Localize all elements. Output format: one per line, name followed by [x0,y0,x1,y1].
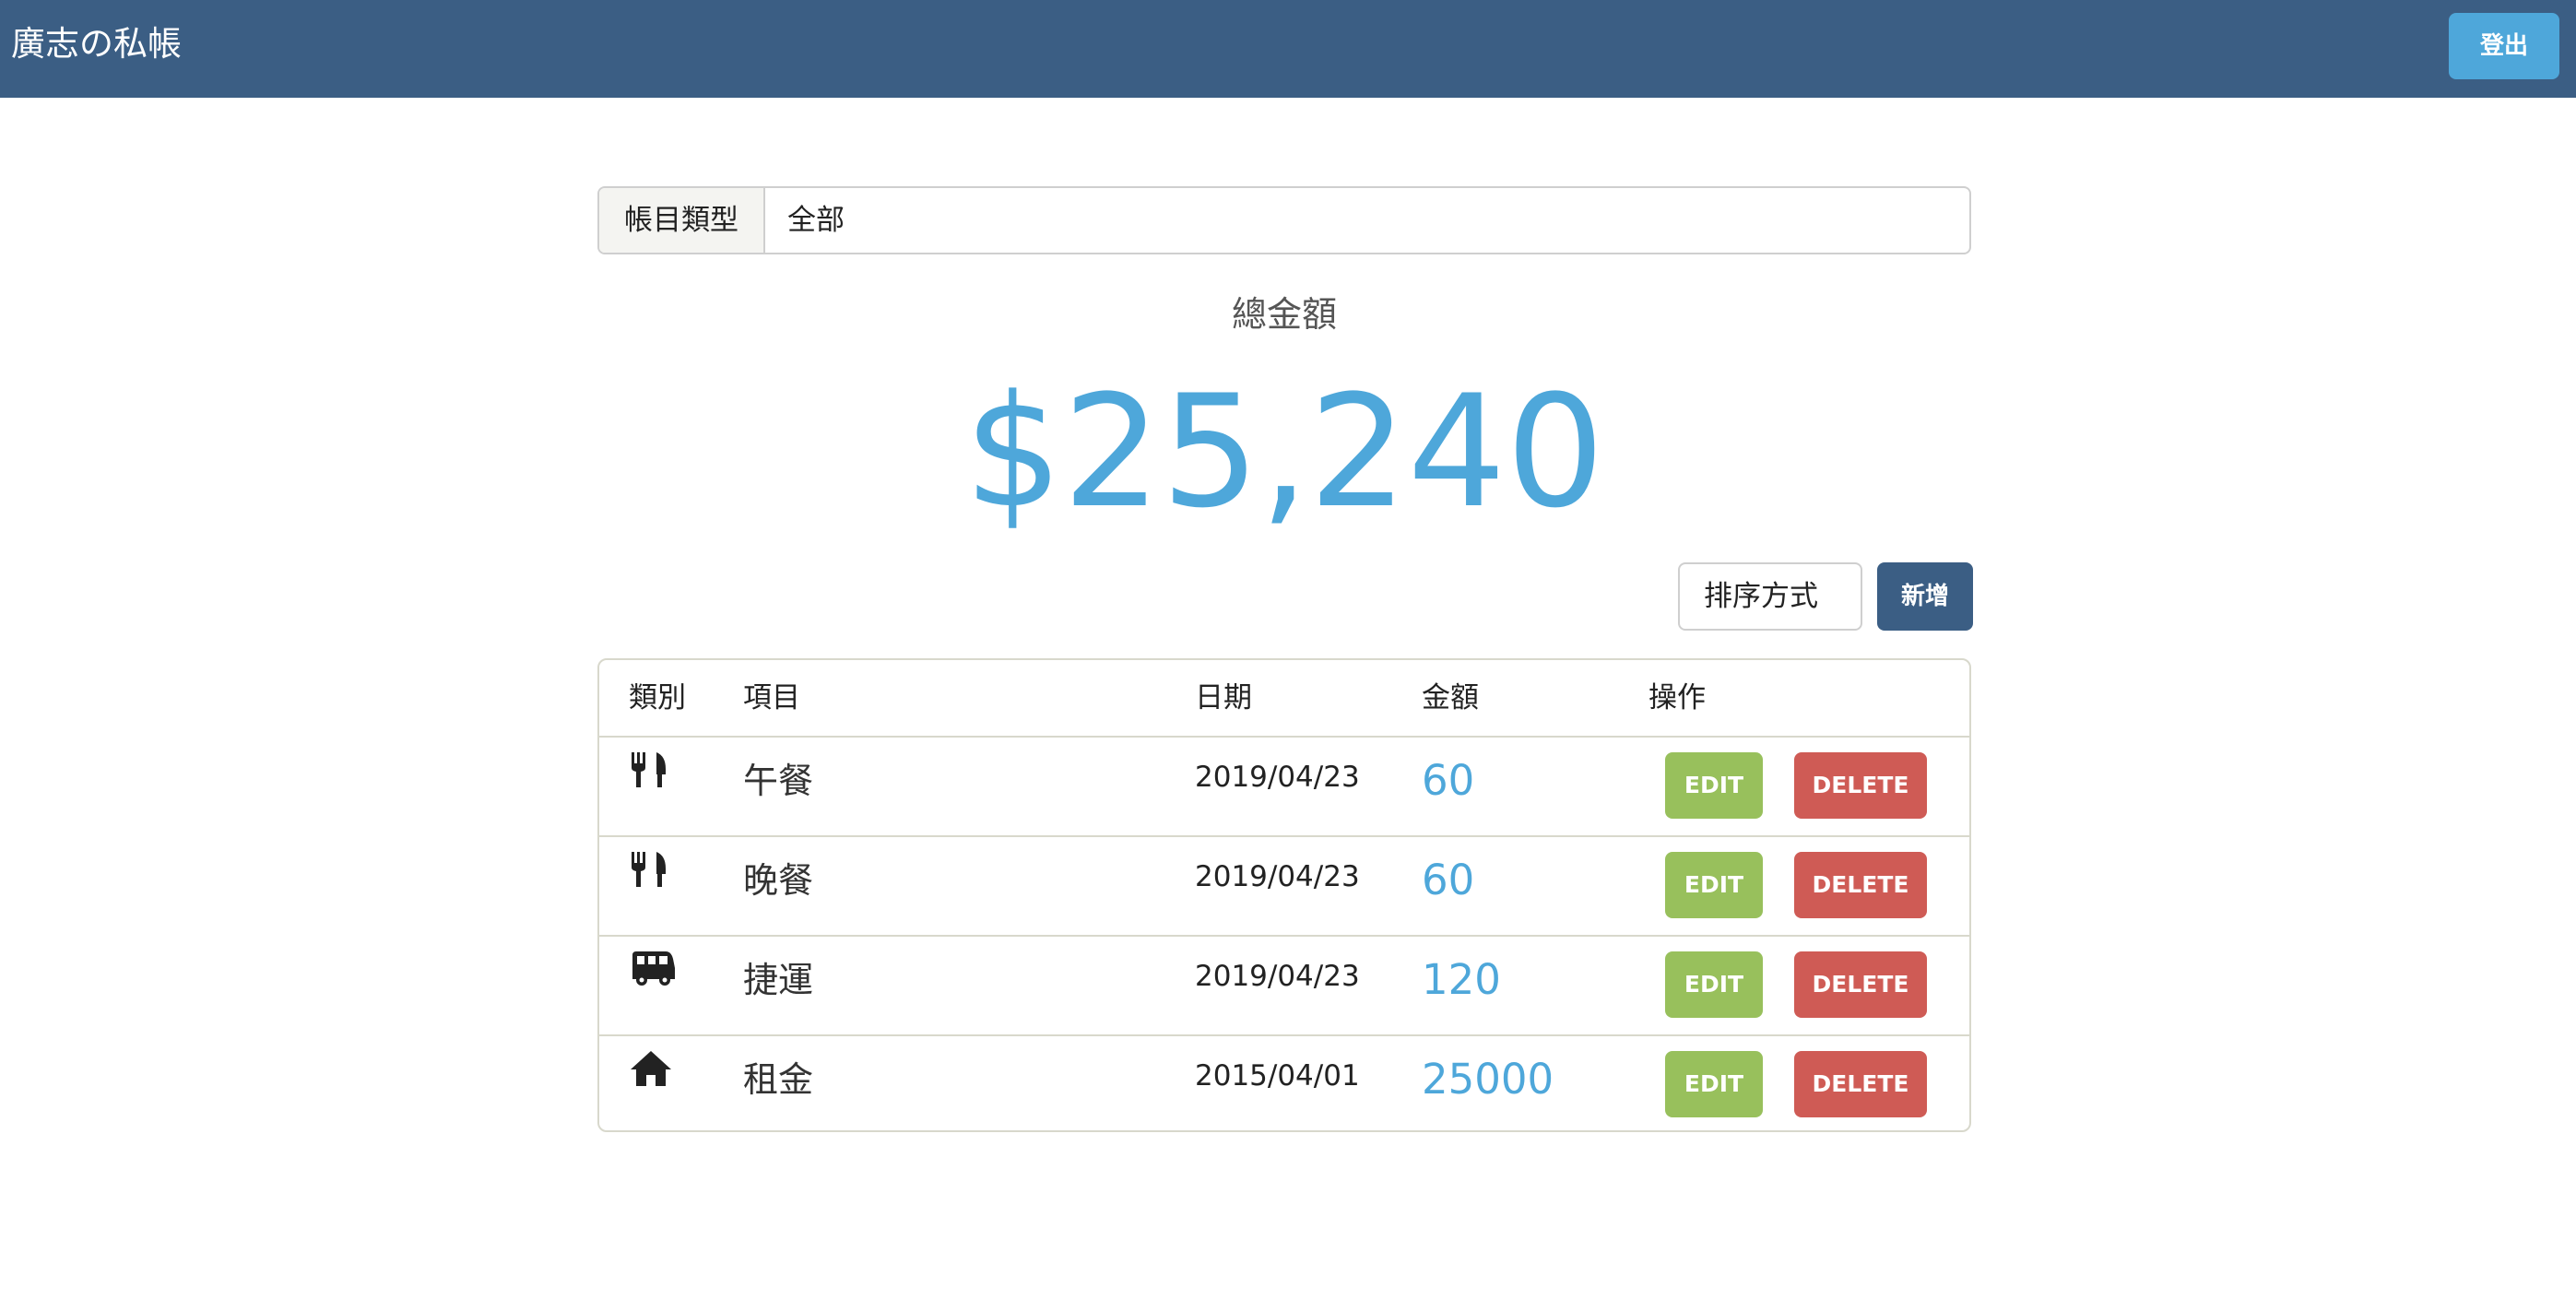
item-amount: 60 [1422,856,1475,904]
item-date: 2019/04/23 [1195,960,1360,993]
header-actions: 操作 [1648,681,1706,715]
navbar: 廣志の私帳 登出 [0,0,2576,98]
item-name: 午餐 [743,761,814,801]
item-name: 捷運 [743,960,814,1000]
utensils-icon [629,850,669,891]
filter-label: 帳目類型 [599,188,765,253]
delete-button[interactable]: DELETE [1794,1051,1927,1117]
ledger-table: 類別 項目 日期 金額 操作 午餐 2019/04/23 60 EDIT DEL… [597,658,1971,1132]
header-date: 日期 [1195,681,1252,715]
delete-button[interactable]: DELETE [1794,951,1927,1018]
category-filter[interactable]: 帳目類型 全部 [597,186,1971,254]
table-row: 午餐 2019/04/23 60 EDIT DELETE [599,738,1969,837]
header-category: 類別 [629,681,686,715]
table-header: 類別 項目 日期 金額 操作 [599,660,1969,738]
total-amount: $25,240 [963,361,1605,542]
edit-button[interactable]: EDIT [1665,951,1763,1018]
sort-select[interactable]: 排序方式 [1678,562,1862,631]
logout-button[interactable]: 登出 [2449,13,2559,79]
table-row: 晚餐 2019/04/23 60 EDIT DELETE [599,837,1969,937]
add-button[interactable]: 新增 [1877,562,1973,631]
edit-button[interactable]: EDIT [1665,1051,1763,1117]
delete-button[interactable]: DELETE [1794,852,1927,918]
edit-button[interactable]: EDIT [1665,752,1763,819]
home-icon [629,1049,673,1090]
item-date: 2019/04/23 [1195,860,1360,893]
item-amount: 120 [1422,955,1501,1004]
table-row: 捷運 2019/04/23 120 EDIT DELETE [599,937,1969,1036]
app-title: 廣志の私帳 [11,24,182,64]
utensils-icon [629,750,669,791]
header-amount: 金額 [1422,681,1479,715]
filter-select[interactable]: 全部 [765,188,1969,253]
item-amount: 25000 [1422,1055,1554,1104]
item-name: 租金 [743,1059,814,1100]
bus-icon [629,950,677,990]
edit-button[interactable]: EDIT [1665,852,1763,918]
delete-button[interactable]: DELETE [1794,752,1927,819]
item-date: 2019/04/23 [1195,761,1360,794]
item-amount: 60 [1422,756,1475,805]
item-name: 晚餐 [743,860,814,901]
table-row: 租金 2015/04/01 25000 EDIT DELETE [599,1036,1969,1130]
header-item: 項目 [743,681,800,715]
item-date: 2015/04/01 [1195,1059,1360,1092]
total-label: 總金額 [1231,294,1337,335]
